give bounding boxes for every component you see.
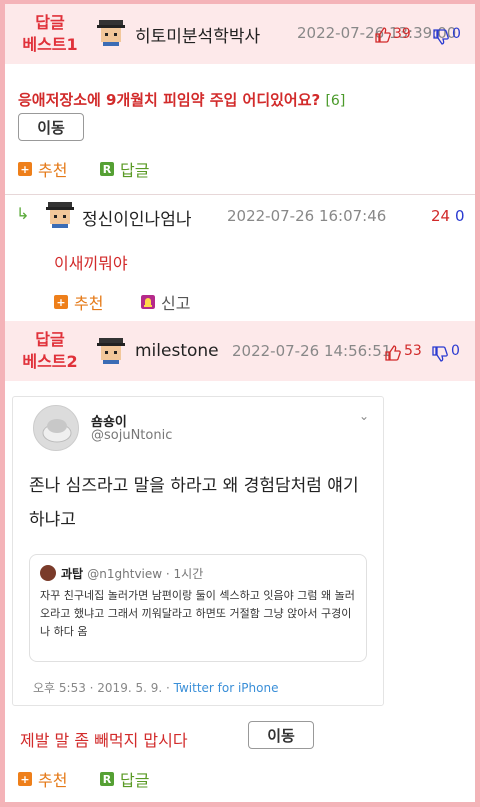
recommend-button[interactable]: + 추천 [54, 290, 103, 314]
plus-icon: + [54, 295, 68, 309]
quoted-tweet: 과탑 @n1ghtview · 1시간 자꾸 친구네집 놀러가면 남편이랑 둘이… [29, 554, 367, 662]
avatar-image [34, 406, 78, 450]
tweet-source: Twitter for iPhone [173, 681, 279, 695]
best-header-1: 답글 베스트1 히토미분석학박사 2022-07-26 13:39:00 39 … [5, 4, 475, 64]
tweet-body: 존나 심즈라고 말을 하라고 왜 경험담처럼 얘기하냐고 [29, 476, 359, 530]
avatar-icon[interactable] [46, 202, 74, 228]
thumbs-down-icon[interactable] [432, 346, 448, 362]
avatar-icon[interactable] [97, 338, 125, 364]
plus-icon: + [18, 162, 32, 176]
down-count: 0 [451, 343, 460, 359]
tweet-time: 오후 5:53 · 2019. 5. 9. · [33, 681, 174, 695]
thumbs-up-icon[interactable] [385, 345, 401, 361]
reply-button[interactable]: R 답글 [100, 157, 149, 181]
best-label-line1: 답글 [35, 13, 65, 32]
post-text: 제발 말 좀 빼먹지 맙시다 [20, 731, 188, 750]
move-button[interactable]: 이동 [248, 721, 314, 749]
report-label: 신고 [161, 294, 191, 313]
best-label-line2: 베스트1 [22, 35, 78, 54]
post-title[interactable]: 응애저장소에 9개월치 피임약 주입 어디있어요? [18, 91, 320, 109]
quoted-author-name: 과탑 [61, 567, 84, 581]
up-count: 39 [393, 26, 411, 42]
quoted-header: 과탑 @n1ghtview · 1시간 [61, 565, 203, 582]
report-bell-icon [141, 295, 155, 309]
comment-count: [6] [325, 93, 346, 109]
down-count: 0 [452, 26, 461, 42]
best-badge-1: 답글 베스트1 [17, 12, 83, 56]
reply-button[interactable]: R 답글 [100, 767, 149, 791]
quoted-author-handle: @n1ghtview · 1시간 [87, 567, 204, 581]
reply-label: 답글 [120, 161, 150, 180]
best-badge-2: 답글 베스트2 [17, 329, 83, 373]
recommend-label: 추천 [74, 294, 104, 313]
reply-down-count[interactable]: 0 [455, 207, 465, 225]
author-name[interactable]: milestone [135, 341, 219, 361]
post-title-link[interactable]: 응애저장소에 9개월치 피임약 주입 어디있어요? [6] [18, 89, 345, 110]
chevron-down-icon: ⌄ [358, 409, 369, 423]
tweet-avatar [33, 405, 79, 451]
best-label-line1: 답글 [35, 330, 65, 349]
recommend-label: 추천 [38, 771, 68, 790]
reply-up-count[interactable]: 24 [431, 207, 450, 225]
report-button[interactable]: 신고 [141, 290, 190, 314]
plus-icon: + [18, 772, 32, 786]
up-count: 53 [404, 343, 422, 359]
reply-label: 답글 [120, 771, 150, 790]
recommend-button[interactable]: + 추천 [18, 767, 67, 791]
recommend-button[interactable]: + 추천 [18, 157, 67, 181]
move-button[interactable]: 이동 [18, 113, 84, 141]
tweet-screenshot: 숌숑이 @sojuNtonic ⌄ 존나 심즈라고 말을 하라고 왜 경험담처럼… [12, 396, 384, 706]
thumbs-up-icon[interactable] [375, 27, 391, 43]
post-date: 2022-07-26 14:56:51 [232, 342, 392, 360]
best-header-2: 답글 베스트2 milestone 2022-07-26 14:56:51 53… [5, 321, 475, 381]
best-label-line2: 베스트2 [22, 352, 78, 371]
tweet-author-handle: @sojuNtonic [91, 428, 173, 443]
reply-text: 이새끼뭐야 [54, 254, 128, 273]
tweet-footer: 오후 5:53 · 2019. 5. 9. · Twitter for iPho… [33, 679, 278, 696]
reply-arrow-icon: ↳ [16, 204, 30, 223]
quoted-body: 자꾸 친구네집 놀러가면 남편이랑 둘이 섹스하고 잇음야 그럼 왜 놀러오라고… [40, 589, 355, 638]
author-name[interactable]: 히토미분석학박사 [135, 22, 260, 47]
divider [5, 194, 475, 195]
reply-author-name[interactable]: 정신이인나엄나 [82, 205, 191, 230]
avatar-icon[interactable] [97, 20, 125, 46]
recommend-label: 추천 [38, 161, 68, 180]
reply-date: 2022-07-26 16:07:46 [227, 207, 387, 225]
thumbs-down-icon[interactable] [433, 29, 449, 45]
reply-r-icon: R [100, 162, 114, 176]
quoted-avatar [40, 565, 56, 581]
reply-r-icon: R [100, 772, 114, 786]
